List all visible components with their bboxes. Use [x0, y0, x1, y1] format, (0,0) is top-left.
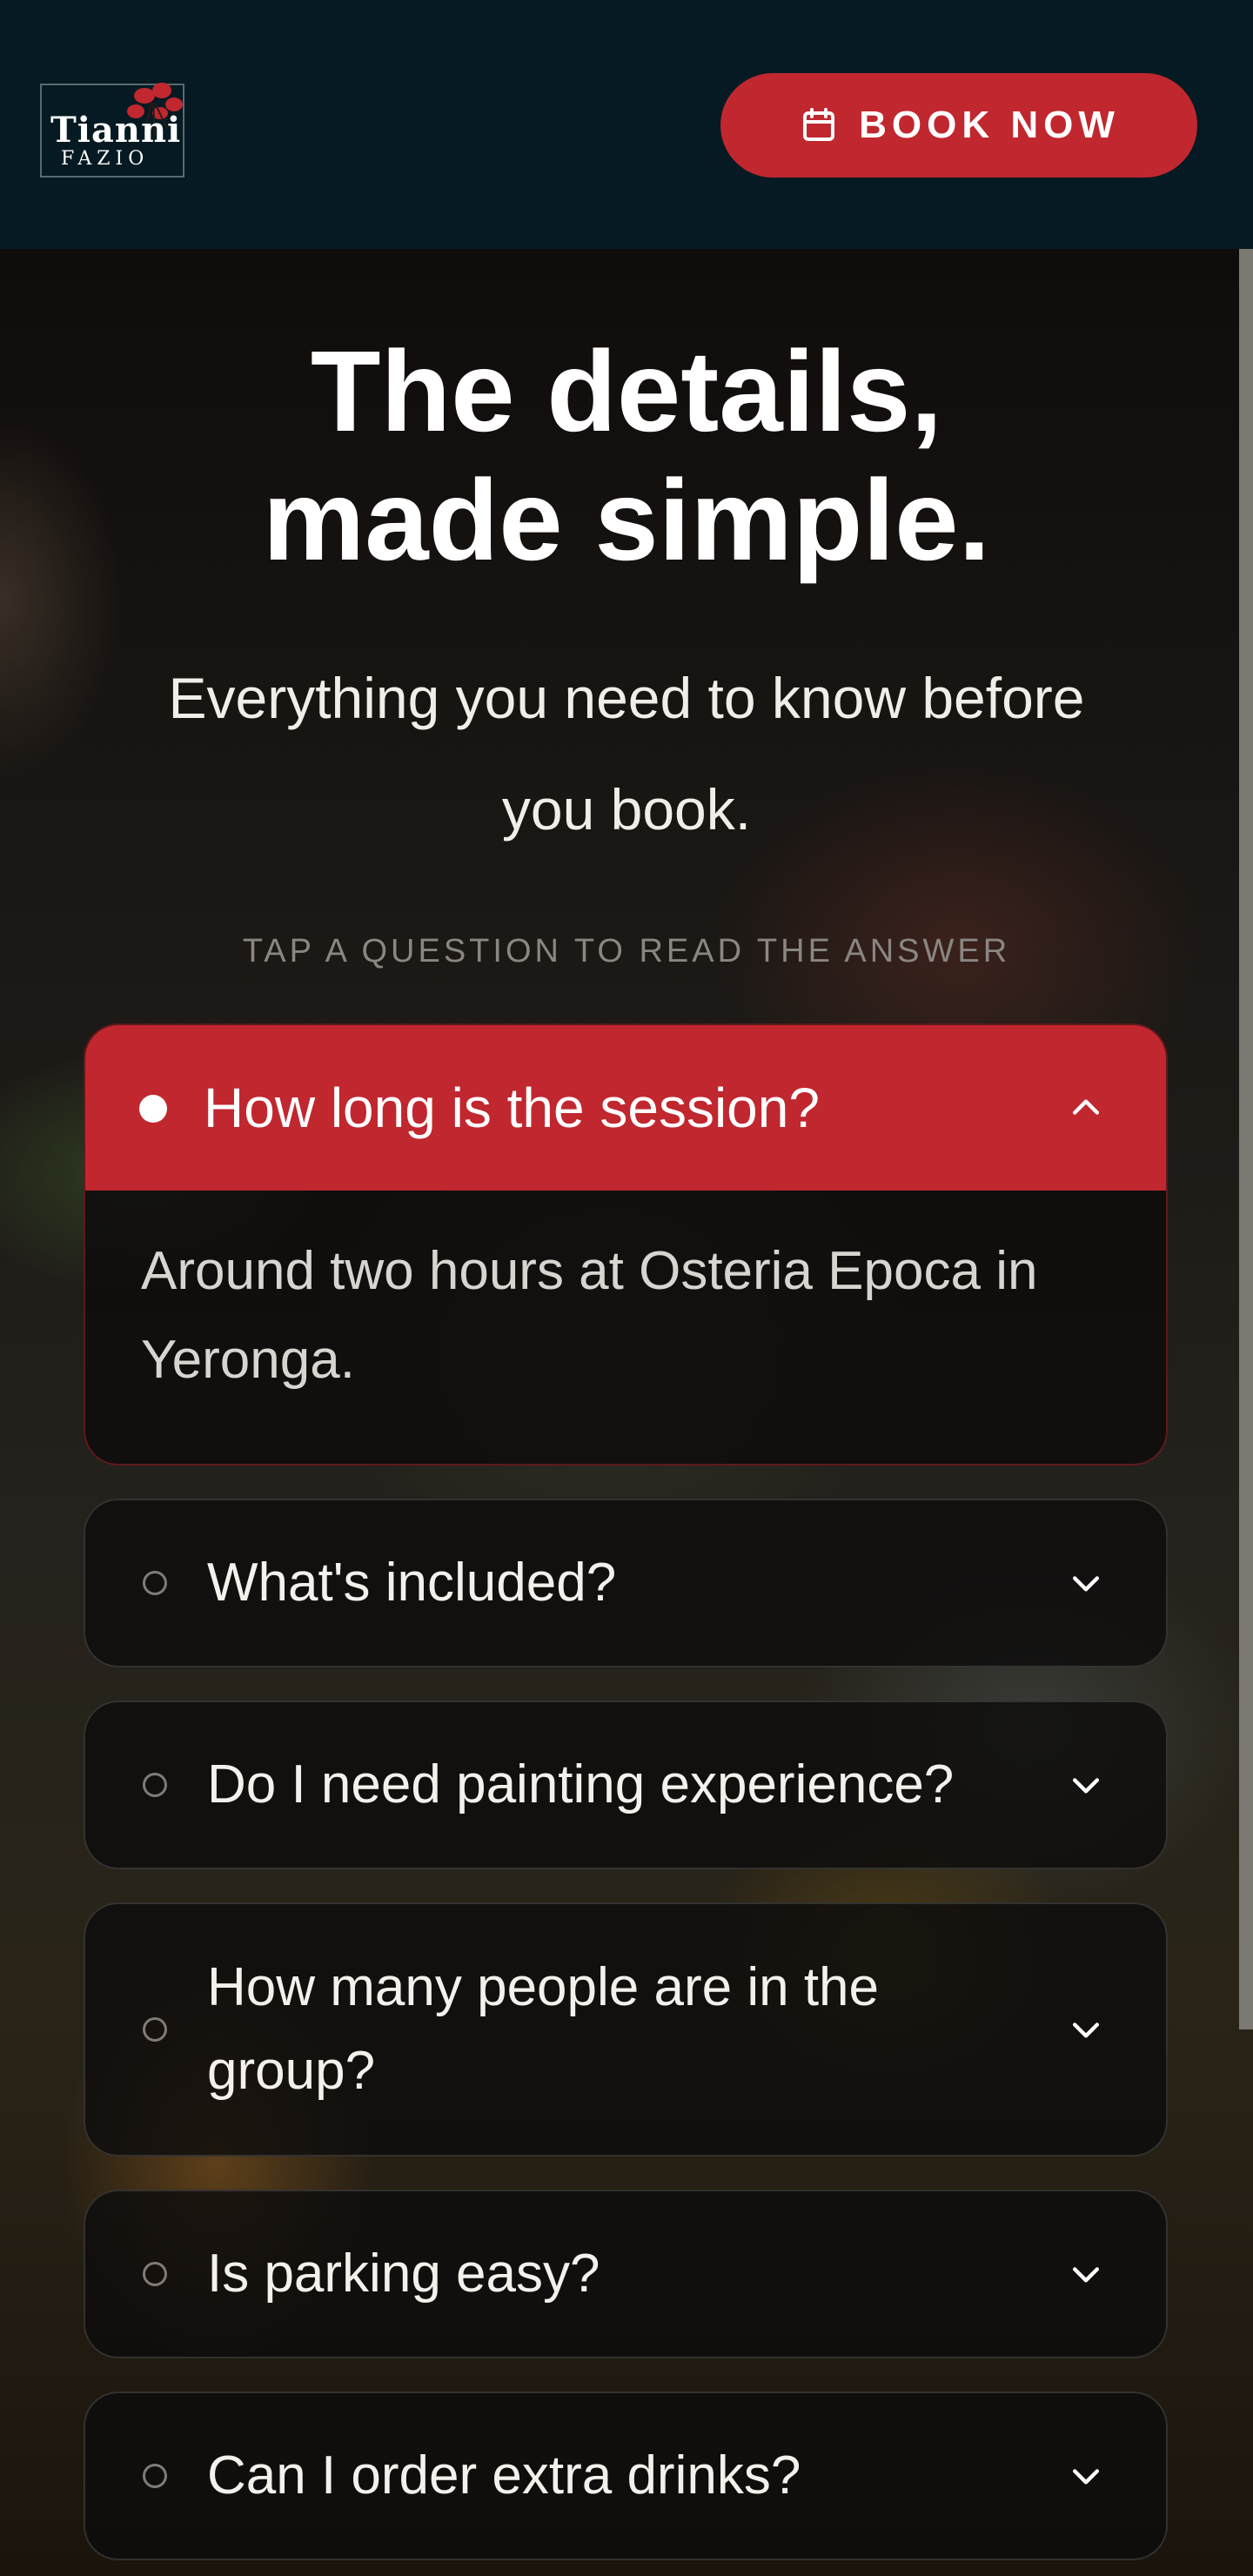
logo-name: Tianni: [50, 110, 182, 151]
faq-item[interactable]: Can I order extra drinks?: [84, 2392, 1168, 2560]
faq-answer: Around two hours at Osteria Epoca in Yer…: [141, 1241, 1038, 1390]
inactive-dot-icon: [143, 2017, 167, 2042]
inactive-dot-icon: [143, 2262, 167, 2286]
faq-item-open: How long is the session? Around two hour…: [84, 1023, 1168, 1466]
title-line-2: made simple.: [262, 456, 991, 584]
logo-subtitle: FAZIO: [61, 148, 150, 170]
chevron-down-icon: [1072, 2023, 1100, 2038]
faq-question: Can I order extra drinks?: [207, 2445, 801, 2506]
inactive-dot-icon: [143, 2464, 167, 2488]
faq-question: Is parking easy?: [207, 2244, 600, 2304]
active-dot-icon: [139, 1095, 167, 1123]
brand-logo[interactable]: Tianni FAZIO: [40, 83, 184, 178]
book-now-label: BOOK NOW: [859, 104, 1120, 146]
faq-question-header[interactable]: How long is the session?: [85, 1025, 1166, 1191]
page-subtitle: Everything you need to know before you b…: [87, 642, 1166, 865]
chevron-up-icon: [1072, 1099, 1100, 1115]
faq-question: What's included?: [207, 1553, 617, 1613]
site-header: Tianni FAZIO BOOK NOW: [0, 0, 1253, 249]
chevron-down-icon: [1072, 1778, 1100, 1794]
faq-hint: TAP A QUESTION TO READ THE ANSWER: [242, 933, 1011, 969]
inactive-dot-icon: [143, 1773, 167, 1797]
faq-item[interactable]: Do I need painting experience?: [84, 1701, 1168, 1869]
faq-question: Do I need painting experience?: [207, 1754, 955, 1815]
subtitle-line-2: you book.: [501, 777, 752, 842]
faq-item[interactable]: How many people are in the group?: [84, 1902, 1168, 2157]
faq-question: How long is the session?: [204, 1077, 820, 1139]
subtitle-line-1: Everything you need to know before: [168, 666, 1085, 730]
chevron-down-icon: [1072, 2267, 1100, 2283]
page-scrollbar[interactable]: [1239, 249, 1253, 2029]
faq-question: How many people are in the group?: [207, 1957, 880, 2101]
calendar-icon: [803, 108, 835, 141]
book-now-button[interactable]: BOOK NOW: [720, 73, 1197, 178]
chevron-down-icon: [1072, 1576, 1100, 1592]
title-line-1: The details,: [310, 327, 943, 455]
inactive-dot-icon: [143, 1571, 167, 1595]
faq-item[interactable]: What's included?: [84, 1499, 1168, 1667]
page-title: The details, made simple.: [0, 327, 1253, 585]
faq-item[interactable]: Is parking easy?: [84, 2190, 1168, 2358]
chevron-down-icon: [1072, 2469, 1100, 2485]
